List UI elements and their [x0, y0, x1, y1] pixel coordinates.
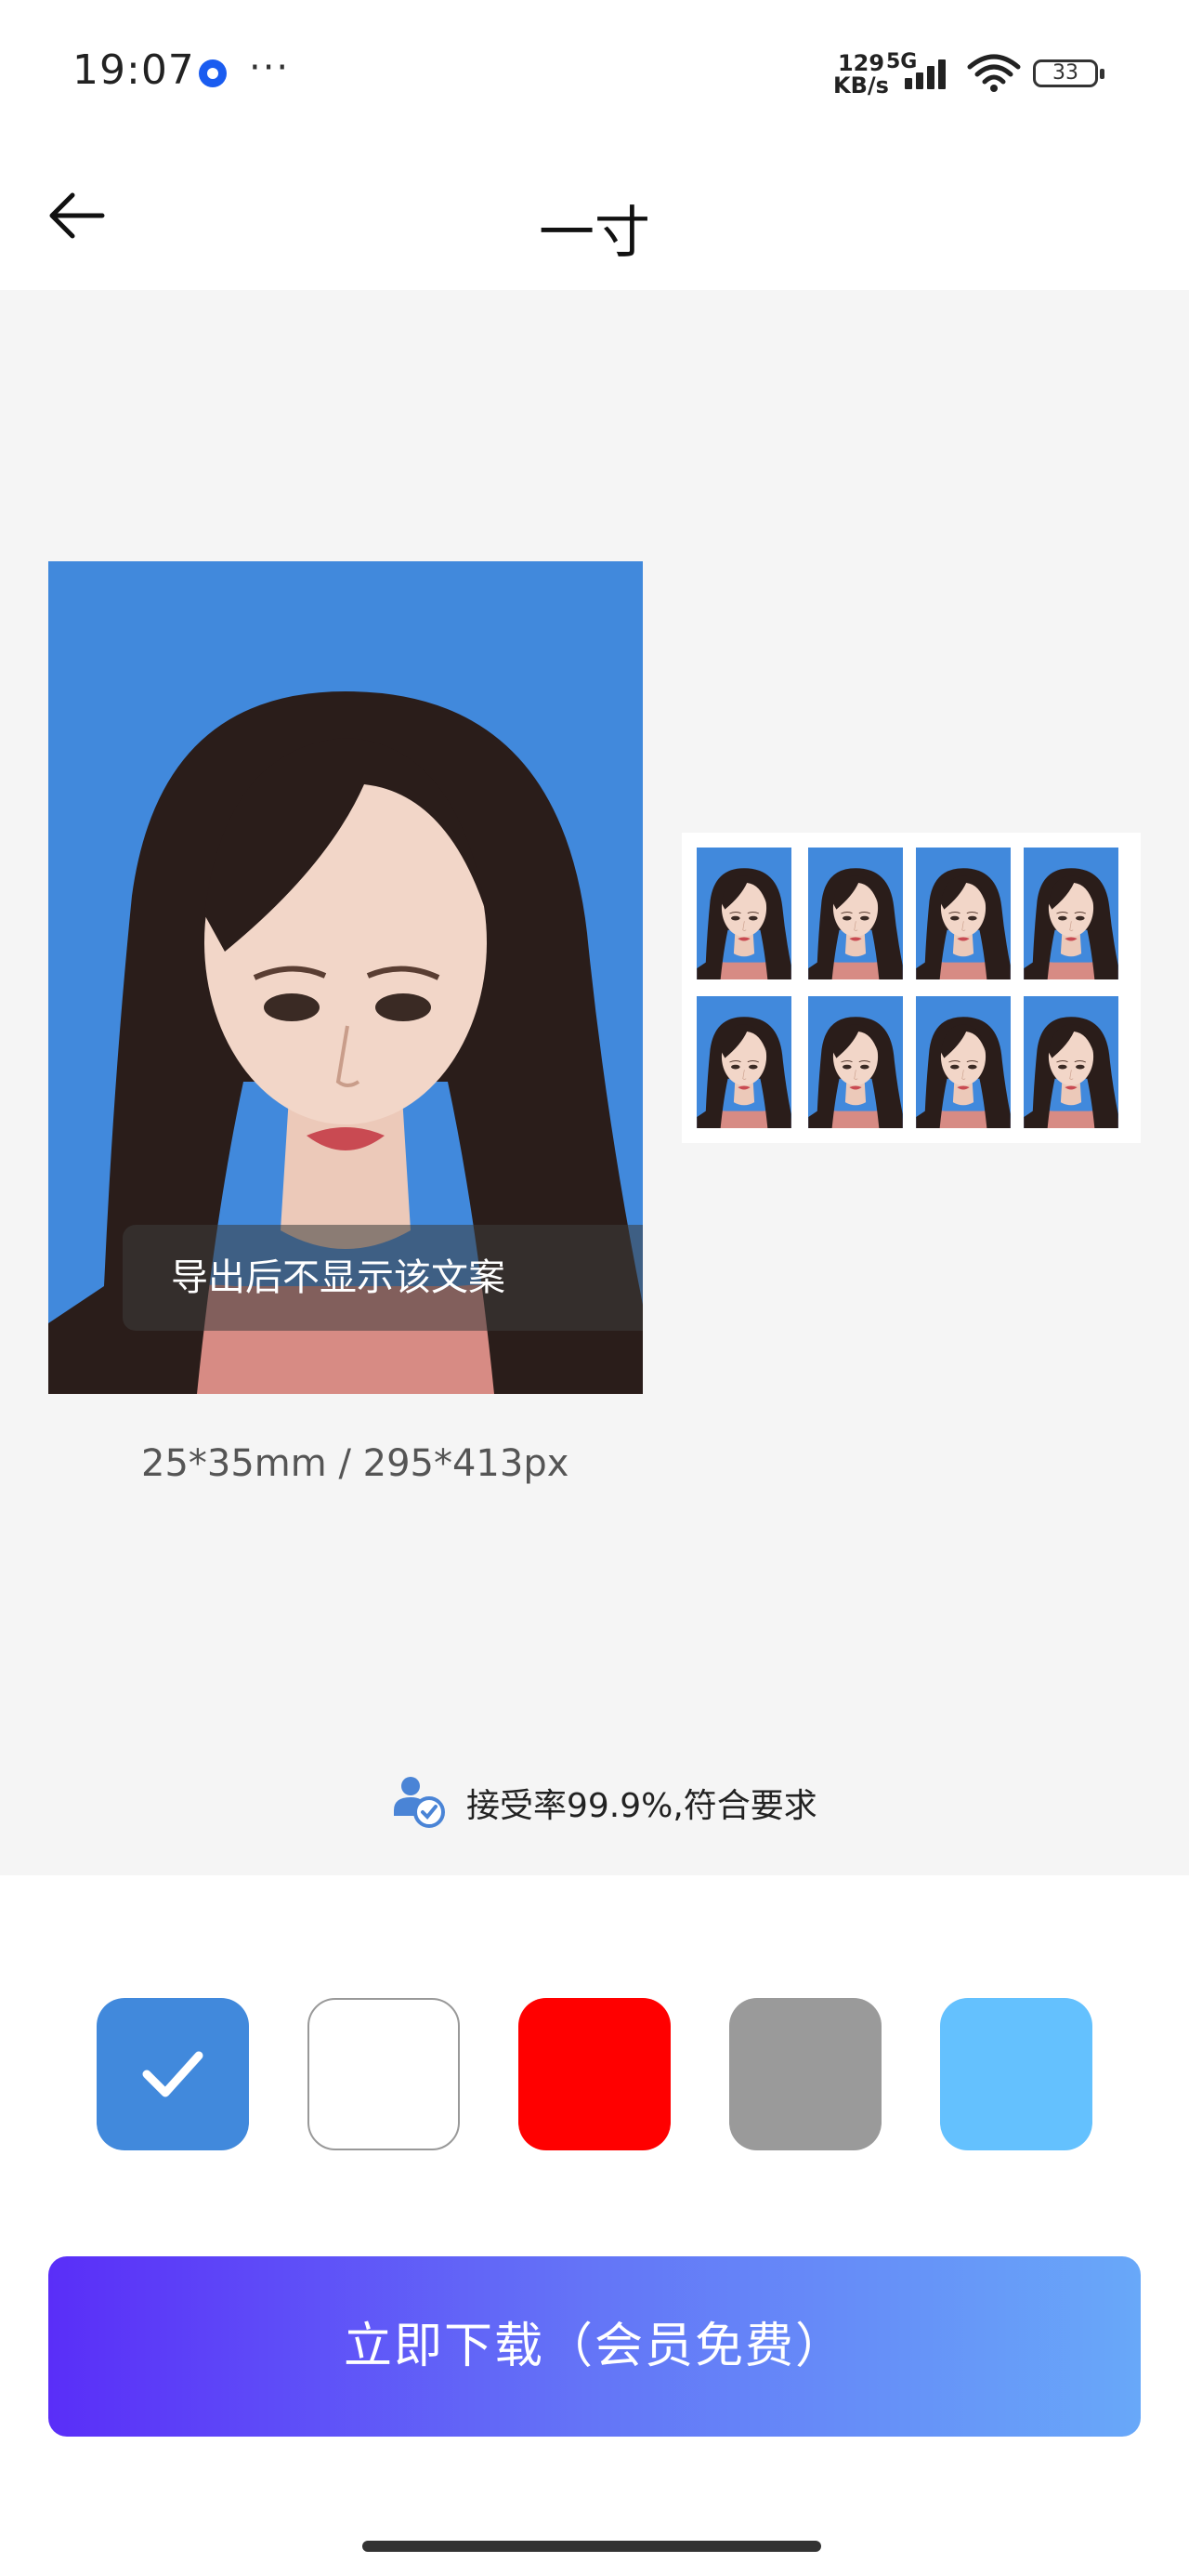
- color-option-blue[interactable]: [97, 1998, 249, 2150]
- color-option-light-blue[interactable]: [940, 1998, 1092, 2150]
- layout-thumbnail: [697, 848, 791, 979]
- thumbnail-portrait: [916, 868, 1011, 979]
- battery-icon: 33: [1033, 59, 1104, 87]
- thumbnail-portrait: [1024, 1017, 1118, 1128]
- layout-thumbnail: [916, 848, 1011, 979]
- status-bar: 19:07 ··· 129 KB/s 5G 33: [0, 0, 1189, 149]
- top-bar: 一寸: [0, 149, 1189, 290]
- thumbnail-portrait: [808, 1017, 903, 1128]
- print-layout-sheet: [682, 833, 1141, 1143]
- page-title: 一寸: [539, 201, 650, 266]
- thumbnail-portrait: [808, 868, 903, 979]
- app-notification-icon: [199, 59, 227, 87]
- thumbnail-portrait: [916, 1017, 1011, 1128]
- signal-icon: [905, 59, 946, 89]
- network-speed: 129 KB/s: [829, 52, 894, 97]
- wifi-icon: [967, 54, 1021, 92]
- home-indicator[interactable]: [362, 2541, 821, 2552]
- thumbnail-portrait: [697, 1017, 791, 1128]
- thumbnail-portrait: [697, 868, 791, 979]
- id-photo-preview: 导出后不显示该文案: [48, 561, 643, 1394]
- layout-thumbnail: [1024, 996, 1118, 1128]
- layout-thumbnail: [697, 996, 791, 1128]
- network-speed-value: 129: [837, 50, 885, 76]
- layout-thumbnail: [1024, 848, 1118, 979]
- thumbnail-portrait: [1024, 868, 1118, 979]
- status-time: 19:07: [72, 46, 195, 94]
- photo-size-label: 25*35mm / 295*413px: [141, 1442, 569, 1485]
- more-dots-icon: ···: [249, 46, 291, 89]
- layout-thumbnail: [808, 848, 903, 979]
- person-check-icon: [394, 1777, 445, 1828]
- color-option-white[interactable]: [307, 1998, 460, 2150]
- download-button[interactable]: 立即下载（会员免费）: [48, 2256, 1141, 2437]
- network-speed-unit: KB/s: [833, 72, 889, 99]
- watermark-notice: 导出后不显示该文案: [123, 1225, 643, 1331]
- check-icon: [142, 2051, 203, 2097]
- layout-thumbnail: [808, 996, 903, 1128]
- color-option-red[interactable]: [518, 1998, 671, 2150]
- color-option-gray[interactable]: [729, 1998, 882, 2150]
- acceptance-rate-text: 接受率99.9%,符合要求: [466, 1787, 817, 1825]
- photo-preview-area: 导出后不显示该文案 25*35mm / 295*413px 接受率99.9%,符…: [0, 290, 1189, 1875]
- layout-thumbnail: [916, 996, 1011, 1128]
